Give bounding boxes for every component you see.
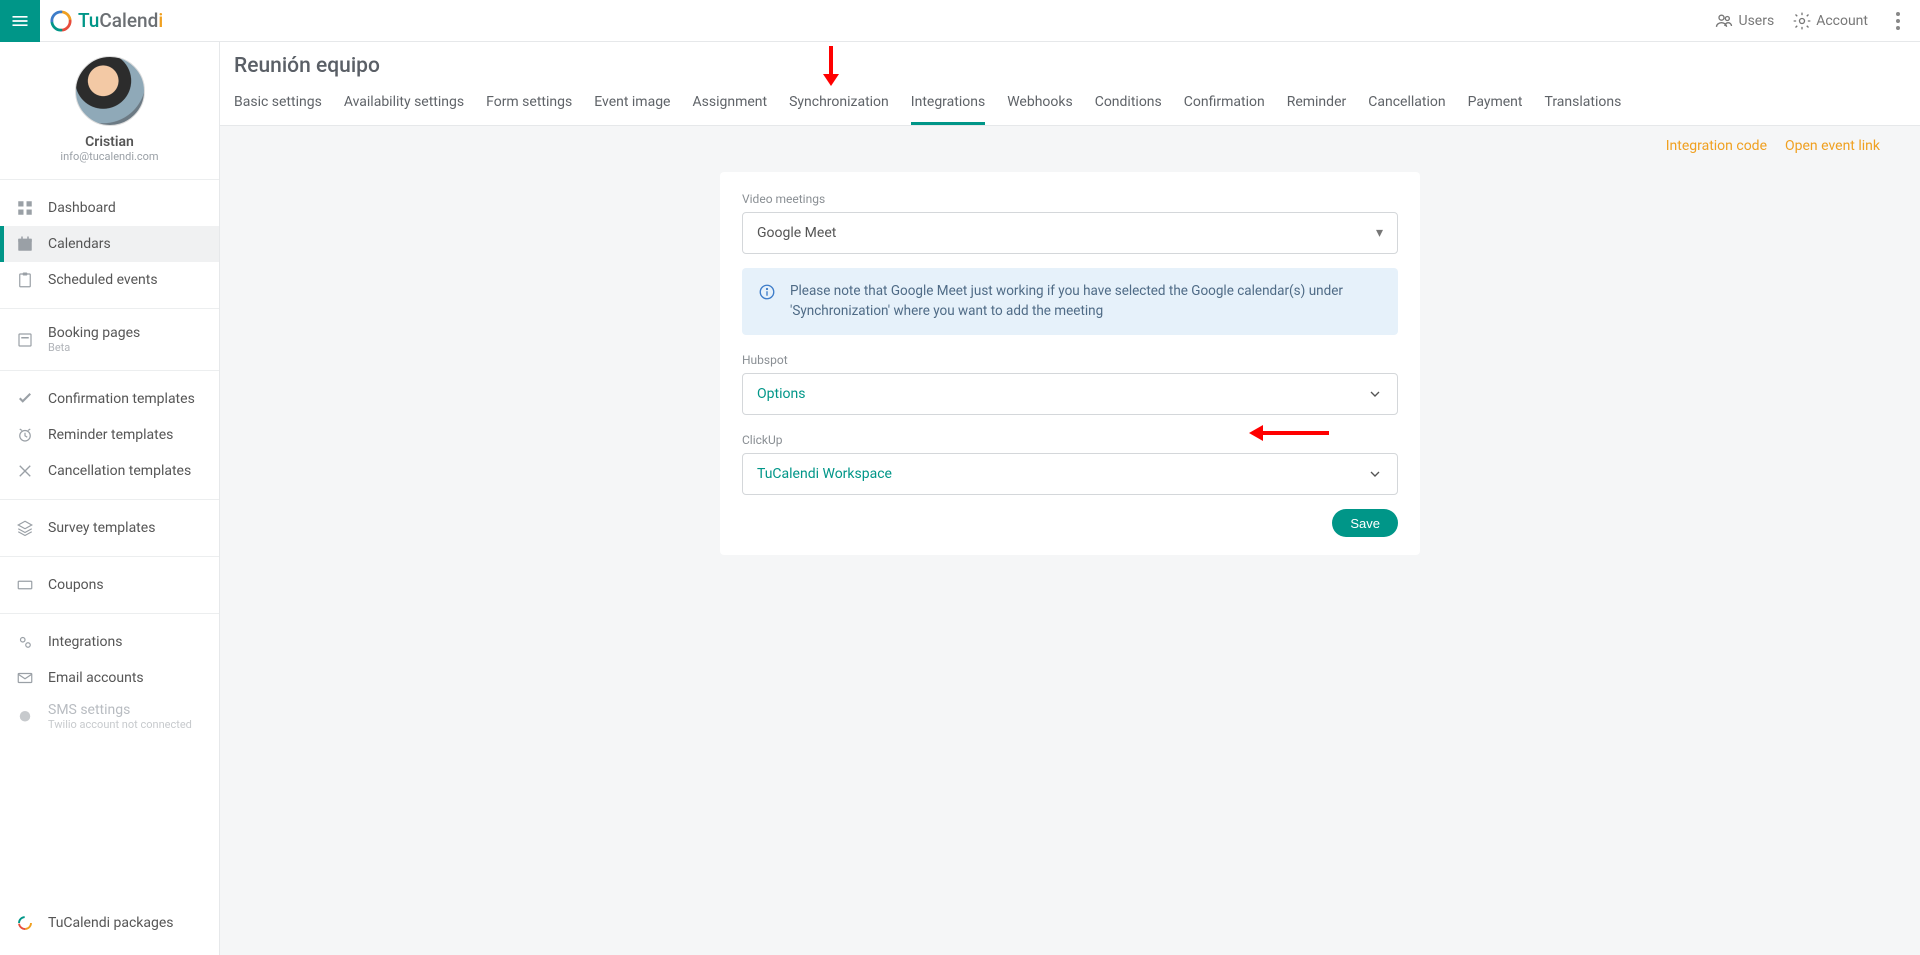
tab-synchronization[interactable]: Synchronization <box>789 86 889 125</box>
sidebar-item-label: Coupons <box>48 577 104 593</box>
sidebar-item-label: Reminder templates <box>48 427 173 443</box>
menu-button[interactable] <box>0 0 40 42</box>
sidebar-item-dashboard[interactable]: Dashboard <box>0 190 219 226</box>
avatar[interactable] <box>75 56 145 126</box>
mail-icon <box>16 669 34 687</box>
annotation-arrow-down <box>821 44 841 88</box>
sidebar-item-label: Integrations <box>48 634 122 650</box>
users-label: Users <box>1738 13 1774 29</box>
calendar-icon <box>16 235 34 253</box>
sidebar-item-email[interactable]: Email accounts <box>0 660 219 696</box>
brand-text: TuCalendi <box>78 9 163 32</box>
main-area: Reunión equipo Basic settings Availabilit… <box>220 42 1920 955</box>
clock-icon <box>16 426 34 444</box>
annotation-arrow-right <box>1247 423 1331 443</box>
sidebar-item-sublabel: Beta <box>48 341 140 354</box>
tab-cancellation[interactable]: Cancellation <box>1368 86 1445 125</box>
sidebar-item-label: Scheduled events <box>48 272 158 288</box>
select-value: Options <box>757 386 805 402</box>
tab-availability-settings[interactable]: Availability settings <box>344 86 464 125</box>
sidebar-item-label: Survey templates <box>48 520 155 536</box>
sidebar-item-booking[interactable]: Booking pages Beta <box>0 319 219 360</box>
tab-confirmation[interactable]: Confirmation <box>1184 86 1265 125</box>
page-header: Reunión equipo Basic settings Availabilit… <box>220 42 1920 126</box>
ticket-icon <box>16 576 34 594</box>
tab-form-settings[interactable]: Form settings <box>486 86 572 125</box>
more-menu[interactable] <box>1886 12 1910 30</box>
info-banner: Please note that Google Meet just workin… <box>742 268 1398 335</box>
sidebar-item-packages[interactable]: TuCalendi packages <box>0 905 219 941</box>
profile-block: Cristian info@tucalendi.com <box>0 42 219 173</box>
sidebar-item-sms[interactable]: SMS settings Twilio account not connecte… <box>0 696 219 737</box>
gears-icon <box>16 633 34 651</box>
save-button[interactable]: Save <box>1332 509 1398 537</box>
logo-icon <box>50 10 72 32</box>
chevron-down-icon <box>1367 386 1383 402</box>
open-event-link[interactable]: Open event link <box>1785 138 1880 154</box>
tab-basic-settings[interactable]: Basic settings <box>234 86 322 125</box>
sidebar-item-label: SMS settings <box>48 702 130 718</box>
sidebar-item-label: Confirmation templates <box>48 391 195 407</box>
integration-code-link[interactable]: Integration code <box>1666 138 1767 154</box>
sidebar-item-label: Dashboard <box>48 200 116 216</box>
sidebar-item-label: Calendars <box>48 236 111 252</box>
page-title: Reunión equipo <box>234 54 1906 78</box>
tab-reminder[interactable]: Reminder <box>1287 86 1347 125</box>
select-value: TuCalendi Workspace <box>757 466 892 482</box>
grid-icon <box>16 199 34 217</box>
topbar: TuCalendi Users Account <box>0 0 1920 42</box>
layers-icon <box>16 519 34 537</box>
tab-integrations[interactable]: Integrations <box>911 86 985 125</box>
sidebar-item-integrations[interactable]: Integrations <box>0 624 219 660</box>
tab-payment[interactable]: Payment <box>1468 86 1523 125</box>
info-text: Please note that Google Meet just workin… <box>790 282 1382 321</box>
clipboard-icon <box>16 271 34 289</box>
account-link[interactable]: Account <box>1792 11 1868 31</box>
sidebar-item-survey[interactable]: Survey templates <box>0 510 219 546</box>
sidebar-item-label: Booking pages <box>48 325 140 341</box>
sidebar-item-scheduled[interactable]: Scheduled events <box>0 262 219 298</box>
user-email: info@tucalendi.com <box>0 150 219 163</box>
users-link[interactable]: Users <box>1714 11 1774 31</box>
sidebar: Cristian info@tucalendi.com Dashboard Ca… <box>0 42 220 955</box>
logo-small-icon <box>16 914 34 932</box>
cancel-icon <box>16 462 34 480</box>
video-meetings-label: Video meetings <box>742 192 1398 206</box>
tab-webhooks[interactable]: Webhooks <box>1007 86 1073 125</box>
sidebar-item-label: TuCalendi packages <box>48 915 174 931</box>
page-icon <box>16 331 34 349</box>
chat-icon <box>16 708 34 726</box>
tab-conditions[interactable]: Conditions <box>1095 86 1162 125</box>
sidebar-item-sublabel: Twilio account not connected <box>48 718 192 731</box>
sidebar-item-calendars[interactable]: Calendars <box>0 226 219 262</box>
caret-down-icon: ▾ <box>1376 225 1383 241</box>
tabs: Basic settings Availability settings Form … <box>234 86 1906 125</box>
tab-translations[interactable]: Translations <box>1544 86 1621 125</box>
integrations-card: Video meetings Google Meet ▾ Please note… <box>720 172 1420 555</box>
logo[interactable]: TuCalendi <box>50 9 163 32</box>
user-name: Cristian <box>0 134 219 150</box>
tab-event-image[interactable]: Event image <box>594 86 670 125</box>
sidebar-item-confirmation-templates[interactable]: Confirmation templates <box>0 381 219 417</box>
chevron-down-icon <box>1367 466 1383 482</box>
hubspot-label: Hubspot <box>742 353 1398 367</box>
check-icon <box>16 390 34 408</box>
info-icon <box>758 283 776 301</box>
hubspot-select[interactable]: Options <box>742 373 1398 415</box>
sidebar-item-label: Cancellation templates <box>48 463 191 479</box>
account-label: Account <box>1816 13 1868 29</box>
clickup-select[interactable]: TuCalendi Workspace <box>742 453 1398 495</box>
sidebar-item-coupons[interactable]: Coupons <box>0 567 219 603</box>
users-icon <box>1714 11 1734 31</box>
sidebar-item-cancellation-templates[interactable]: Cancellation templates <box>0 453 219 489</box>
sublinks: Integration code Open event link <box>220 126 1920 154</box>
select-value: Google Meet <box>757 225 836 241</box>
gear-icon <box>1792 11 1812 31</box>
sidebar-item-reminder-templates[interactable]: Reminder templates <box>0 417 219 453</box>
sidebar-item-label: Email accounts <box>48 670 144 686</box>
video-meetings-select[interactable]: Google Meet ▾ <box>742 212 1398 254</box>
hamburger-icon <box>10 11 30 31</box>
tab-assignment[interactable]: Assignment <box>692 86 767 125</box>
